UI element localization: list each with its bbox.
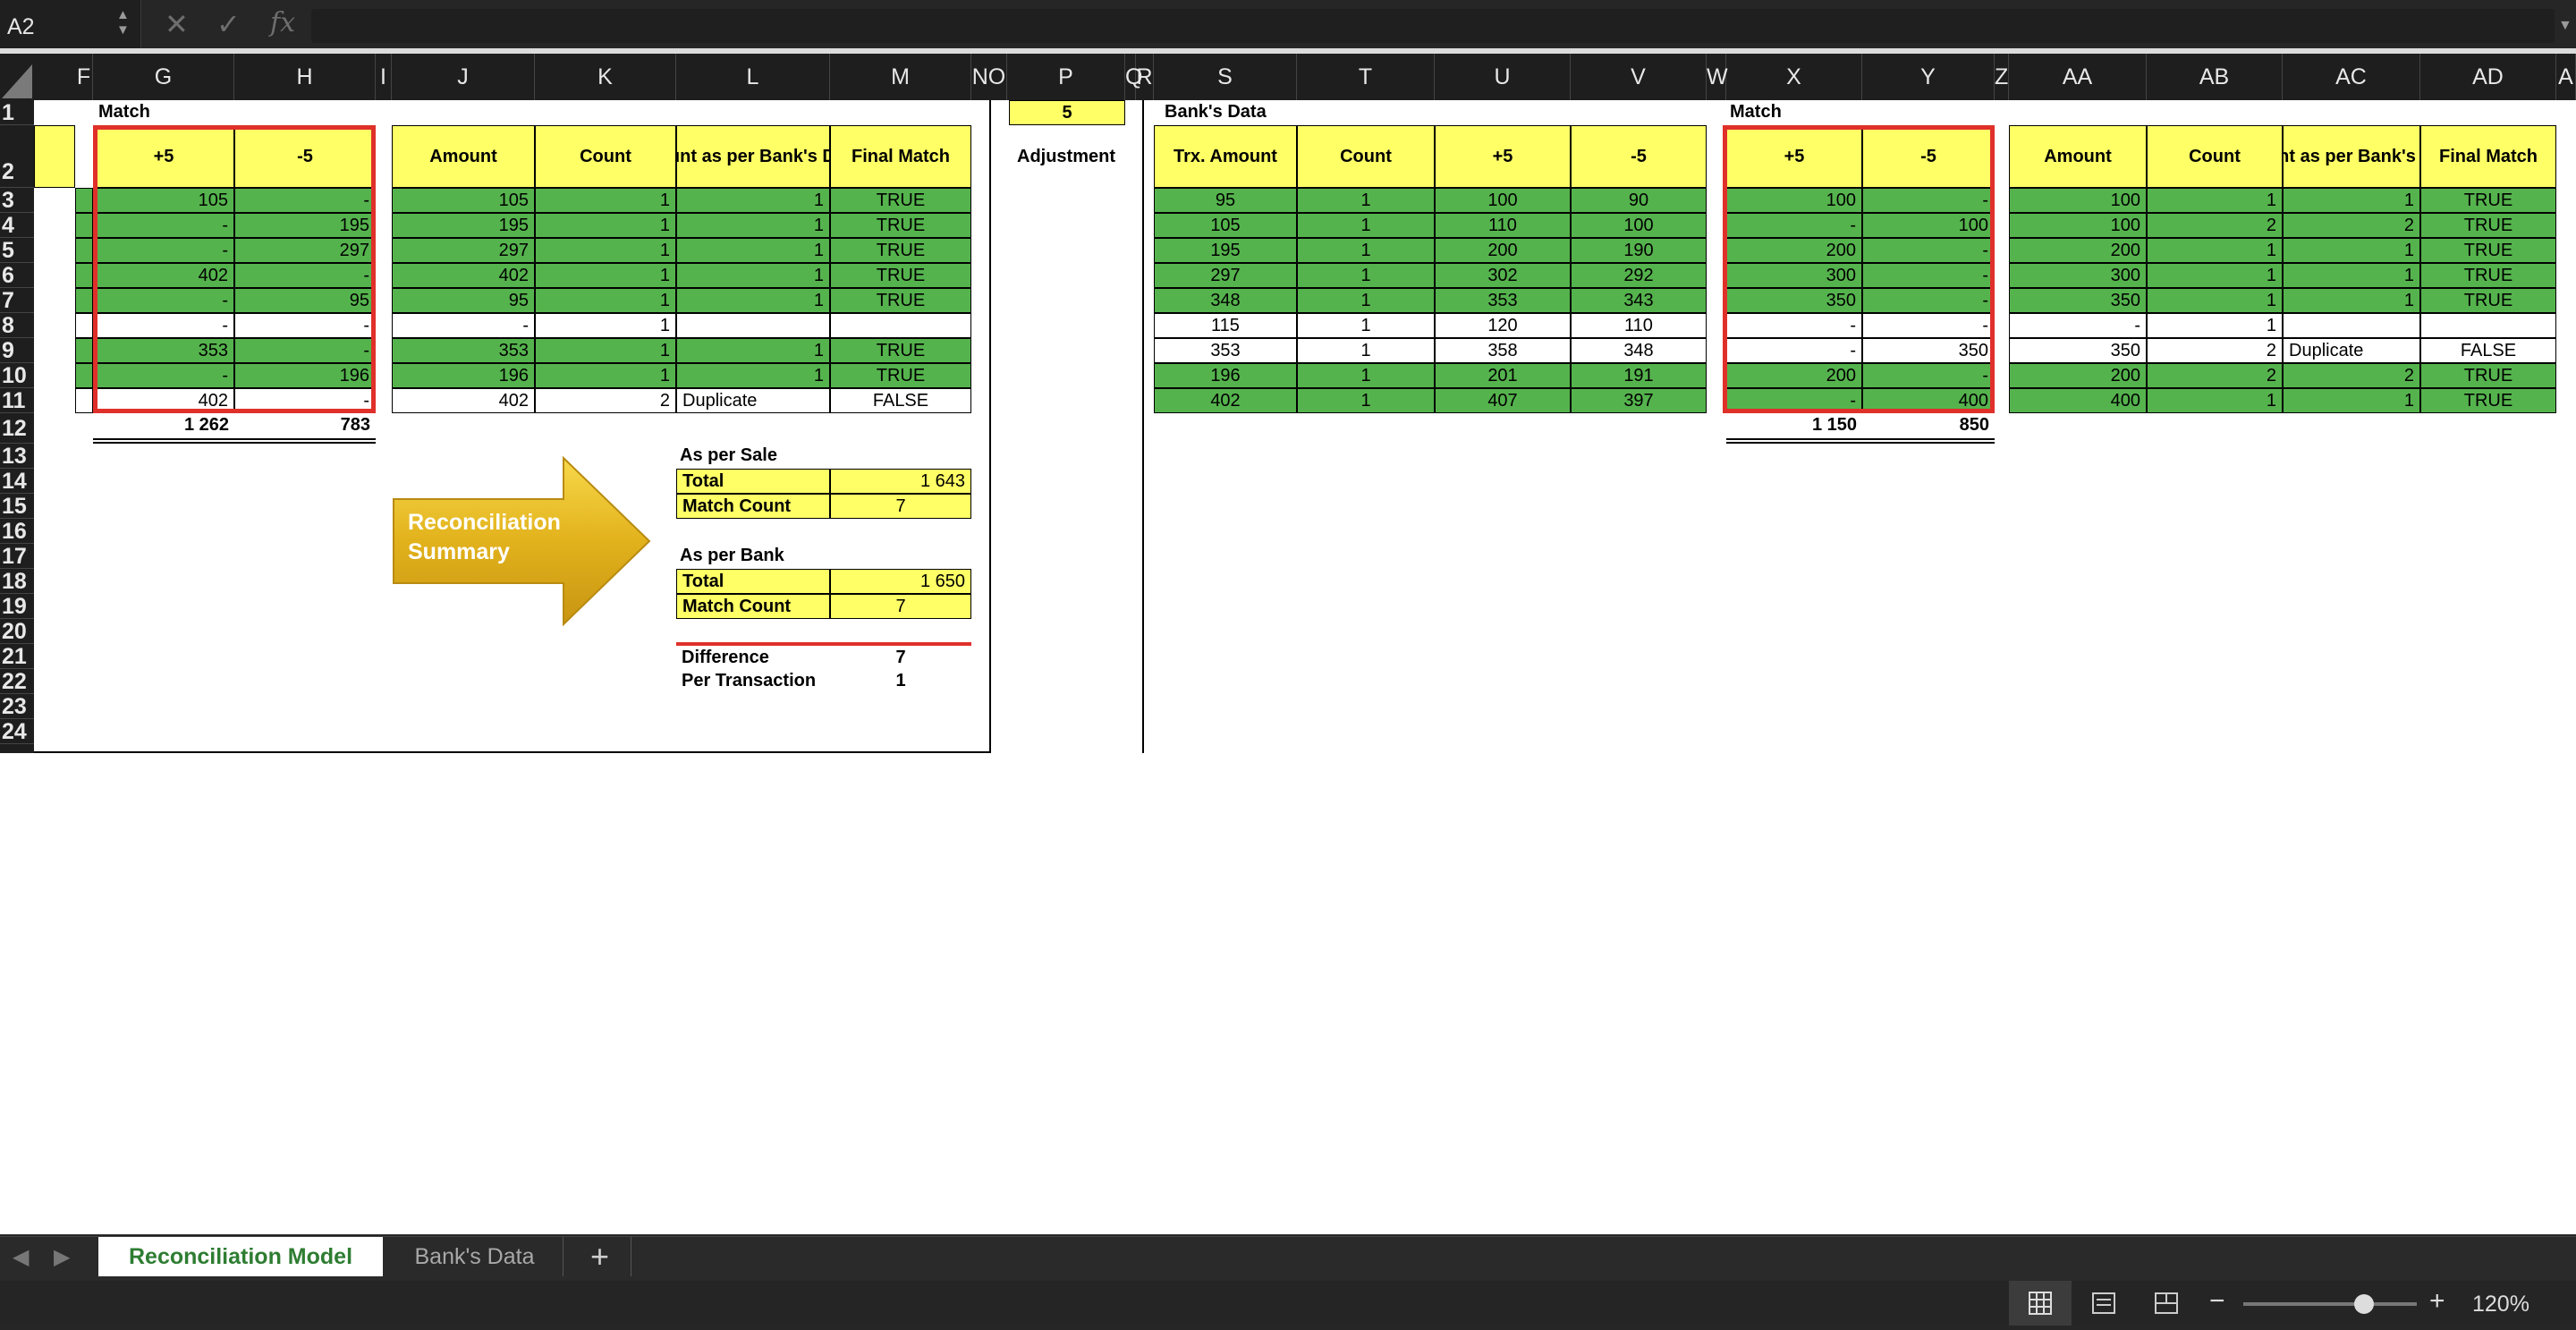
row-header[interactable]: 20 — [0, 619, 34, 644]
name-box-value: A2 — [7, 14, 35, 39]
column-header[interactable]: M — [830, 54, 971, 100]
column-header[interactable]: H — [234, 54, 376, 100]
zoom-slider-thumb[interactable] — [2353, 1294, 2374, 1314]
row-header[interactable]: 19 — [0, 594, 34, 619]
scroll-left-icon[interactable]: ◀ — [13, 1244, 29, 1270]
row-header[interactable]: 11 — [0, 388, 34, 413]
select-all-corner[interactable] — [0, 54, 34, 100]
scroll-right-icon[interactable]: ▶ — [54, 1244, 70, 1270]
row-header[interactable]: 2 — [0, 125, 34, 188]
row-header[interactable]: 1 — [0, 100, 34, 125]
row-header-bar: 1 2 3 4 5 6 7 8 9 10 11 12 13 14 15 16 17 18 19 20 21 22 23 24 — [0, 100, 34, 753]
column-header[interactable]: U — [1435, 54, 1571, 100]
column-header[interactable]: L — [676, 54, 830, 100]
row-header[interactable]: 9 — [0, 338, 34, 363]
column-header[interactable]: J — [392, 54, 535, 100]
row-header[interactable]: 10 — [0, 363, 34, 388]
column-header[interactable]: AA — [2009, 54, 2147, 100]
page-break-divider — [1142, 100, 1144, 753]
expand-formula-icon[interactable]: ▼ — [2558, 18, 2572, 34]
enter-icon[interactable]: ✓ — [216, 7, 241, 41]
column-header[interactable]: A — [2556, 54, 2576, 100]
column-header[interactable]: F — [75, 54, 93, 100]
row-header[interactable]: 21 — [0, 644, 34, 669]
column-header[interactable]: Z — [1995, 54, 2009, 100]
row-header[interactable]: 17 — [0, 544, 34, 569]
tab-banks-data[interactable]: Bank's Data — [386, 1237, 564, 1276]
row-header[interactable]: 12 — [0, 413, 34, 444]
row-header[interactable]: 15 — [0, 494, 34, 519]
column-header[interactable]: T — [1297, 54, 1435, 100]
zoom-out-icon[interactable]: − — [2209, 1286, 2225, 1317]
row-header[interactable]: 5 — [0, 238, 34, 263]
column-header[interactable]: R — [1136, 54, 1154, 100]
column-header[interactable]: AD — [2420, 54, 2556, 100]
column-header[interactable]: AB — [2147, 54, 2283, 100]
row-header[interactable]: 13 — [0, 444, 34, 469]
column-header[interactable]: K — [535, 54, 676, 100]
column-header[interactable]: Q — [1125, 54, 1142, 100]
row-header[interactable]: 23 — [0, 694, 34, 719]
column-header[interactable]: G — [93, 54, 234, 100]
column-header-bar: F G H I J K L M NO P Q R S T U V W X Y Z AA AB AC AD A — [0, 54, 2576, 100]
column-header[interactable]: AC — [2283, 54, 2420, 100]
column-header[interactable]: W — [1707, 54, 1728, 100]
tab-reconciliation-model[interactable]: Reconciliation Model — [98, 1237, 383, 1276]
column-header[interactable]: P — [1007, 54, 1125, 100]
left-print-area-border — [34, 100, 991, 753]
row-header[interactable]: 6 — [0, 263, 34, 288]
page-break-preview-icon[interactable] — [2140, 1281, 2193, 1326]
formula-input[interactable] — [311, 9, 2555, 43]
row-header[interactable]: 24 — [0, 719, 34, 744]
column-header[interactable]: X — [1726, 54, 1862, 100]
function-icon[interactable]: fx — [270, 7, 295, 38]
row-header[interactable]: 14 — [0, 469, 34, 494]
zoom-level: 120% — [2472, 1292, 2529, 1317]
column-header[interactable]: Y — [1862, 54, 1995, 100]
row-header[interactable]: 8 — [0, 313, 34, 338]
column-header[interactable]: NO — [971, 54, 1007, 100]
status-bar: − + 120% — [0, 1281, 2576, 1326]
name-box-stepper-icon[interactable]: ▲ ▼ — [116, 7, 130, 38]
sheet-tab-bar: ◀ ▶ Reconciliation Model Bank's Data + — [0, 1236, 2576, 1281]
row-header[interactable]: 22 — [0, 669, 34, 694]
reconciliation-summary-arrow[interactable]: Reconciliation Summary — [392, 455, 651, 627]
row-header[interactable]: 16 — [0, 519, 34, 544]
row-header[interactable]: 3 — [0, 188, 34, 213]
row-header[interactable]: 18 — [0, 569, 34, 594]
row-header[interactable]: 7 — [0, 288, 34, 313]
page-layout-icon[interactable] — [2077, 1281, 2131, 1326]
zoom-in-icon[interactable]: + — [2429, 1286, 2445, 1317]
zoom-slider[interactable] — [2243, 1294, 2417, 1314]
add-sheet-button[interactable]: + — [569, 1237, 631, 1276]
column-header[interactable]: V — [1571, 54, 1707, 100]
row-header[interactable]: 4 — [0, 213, 34, 238]
column-header[interactable]: S — [1154, 54, 1297, 100]
arrow-label: Reconciliation Summary — [408, 510, 561, 564]
normal-view-icon[interactable] — [2009, 1281, 2072, 1326]
column-header[interactable]: I — [376, 54, 392, 100]
cancel-icon[interactable]: ✕ — [165, 7, 189, 41]
